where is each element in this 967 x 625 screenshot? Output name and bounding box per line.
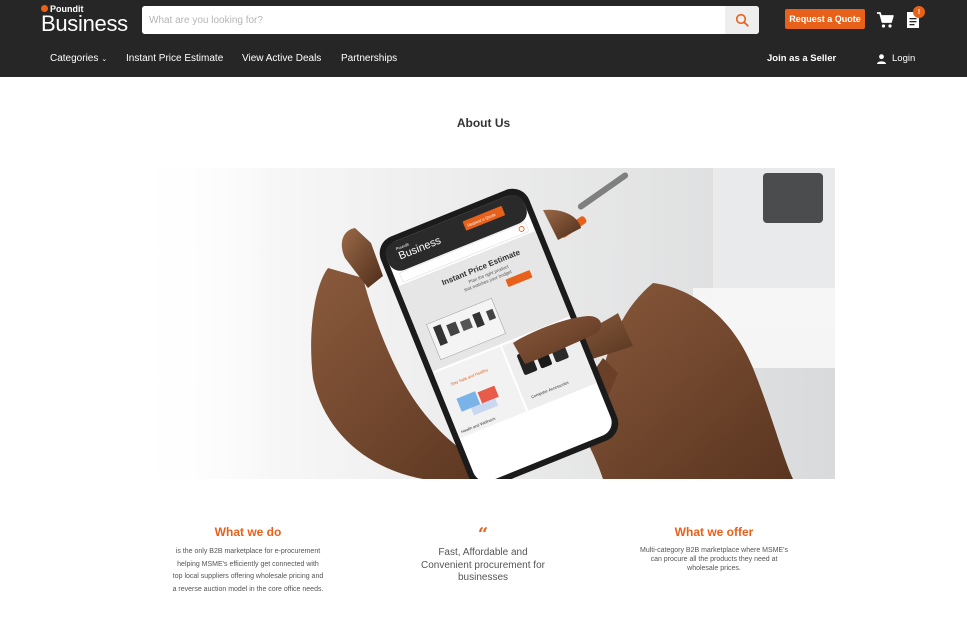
quote-mark-icon: “ [477,524,489,545]
chevron-down-icon: ⌄ [101,56,108,63]
tagline-line: businesses [457,572,509,583]
what-we-do-line: is the only B2B marketplace for e-procur… [175,548,321,555]
tagline-line: Convenient procurement for [421,559,545,571]
nav-join-as-seller[interactable]: Join as a Seller [767,53,836,64]
what-we-do-line: top local suppliers offering wholesale p… [172,573,324,580]
nav-categories-label: Categories [50,53,99,64]
what-we-offer-title: What we offer [674,525,754,539]
top-header: Poundit Business Request a Quote ! Categ… [0,0,967,77]
nav-instant-price-estimate[interactable]: Instant Price Estimate [126,53,223,64]
search-button[interactable] [725,6,759,34]
user-icon [877,53,886,64]
nav-login[interactable]: Login [877,53,915,64]
what-we-offer-line: wholesale prices. [687,565,741,572]
what-we-offer-line: can procure all the products they need a… [650,556,778,563]
notification-badge: ! [913,6,925,18]
what-we-offer-section: What we offer Multi-category B2B marketp… [628,525,800,573]
what-we-do-text: is the only B2B marketplace for e-procur… [148,546,348,596]
search-input[interactable] [142,6,725,34]
tagline-text: Fast, Affordable and Convenient procurem… [410,547,556,585]
page-title: About Us [456,116,511,130]
hero-image: Business Poundit Request a Quote Instant… [133,168,835,479]
what-we-do-line: helping MSME's efficiently get connected… [177,560,319,568]
nav-partnerships[interactable]: Partnerships [341,53,397,64]
tagline-section: “ Fast, Affordable and Convenient procur… [410,524,556,585]
what-we-do-section: What we do is the only B2B marketplace f… [148,525,348,596]
login-label: Login [892,53,916,64]
nav-categories[interactable]: Categories ⌄ [50,53,107,64]
request-quote-button[interactable]: Request a Quote [785,9,865,29]
nav-view-active-deals[interactable]: View Active Deals [242,53,321,64]
what-we-offer-line: Multi-category B2B marketplace where MSM… [640,547,788,554]
cart-icon[interactable] [876,11,894,29]
what-we-do-line: a reverse auction model in the core offi… [172,585,324,593]
poundit-business-logo[interactable]: Poundit Business [41,4,131,36]
search-icon [735,13,749,27]
tagline-line: Fast, Affordable and [438,547,528,558]
what-we-do-title: What we do [214,525,282,539]
what-we-offer-text: Multi-category B2B marketplace where MSM… [628,546,800,573]
logo-main-text: Business [41,11,128,36]
search-bar [142,6,759,34]
